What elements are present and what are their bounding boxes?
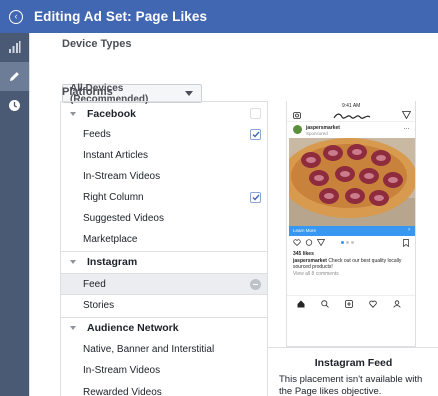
pencil-icon [10, 72, 19, 81]
comment-icon[interactable] [305, 239, 313, 246]
divider [287, 121, 415, 122]
group-label: Facebook [87, 107, 137, 120]
back-chevron-icon[interactable]: ‹ [9, 9, 23, 24]
chevron-right-icon: › [408, 227, 410, 233]
platforms-label: Platforms [62, 86, 113, 98]
sponsored-label: Sponsored [306, 131, 328, 136]
rail-insights-button[interactable] [0, 33, 29, 62]
direct-send-icon [402, 111, 411, 119]
rail-edit-button[interactable] [0, 62, 29, 91]
item-label: In-Stream Videos [83, 171, 161, 182]
item-label: Stories [83, 299, 115, 311]
main-panel: Device Types All Devices (Recommended) P… [29, 33, 438, 396]
item-label: Feeds [83, 129, 111, 140]
item-label: Instant Articles [83, 150, 149, 161]
home-icon[interactable] [297, 300, 305, 308]
profile-icon[interactable] [393, 300, 401, 308]
item-label: Marketplace [83, 234, 138, 245]
preview-title: Instagram Feed [314, 357, 393, 369]
platform-item-suggested-videos[interactable]: Suggested Videos [61, 208, 267, 229]
camera-icon [293, 112, 301, 119]
bar-chart-icon [9, 41, 21, 53]
instagram-phone-mockup: 9:41 AM jaspersmarket Sponsored … Learn … [286, 101, 416, 347]
platform-item-instagram-stories[interactable]: Stories [61, 294, 267, 315]
chevron-down-icon [185, 91, 193, 96]
platform-item-instagram-feed[interactable]: Feed [61, 273, 267, 294]
cta-label: Learn More [293, 228, 317, 233]
platform-item-rewarded-videos[interactable]: Rewarded Videos [61, 382, 267, 396]
platform-item-facebook-instream[interactable]: In-Stream Videos [61, 166, 267, 187]
checkbox-checked[interactable] [250, 192, 261, 203]
likes-count: 345 likes [293, 251, 314, 257]
activity-heart-icon[interactable] [369, 300, 377, 308]
group-checkbox[interactable] [250, 108, 261, 119]
checkbox-checked[interactable] [250, 129, 261, 140]
divider [287, 295, 415, 296]
unavailable-minus-icon [250, 279, 261, 290]
item-label: Rewarded Videos [83, 387, 162, 396]
platform-item-right-column[interactable]: Right Column [61, 187, 267, 208]
group-label: Instagram [87, 256, 138, 268]
checkmark-icon [252, 194, 260, 201]
share-icon[interactable] [317, 239, 325, 246]
platform-item-instant-articles[interactable]: Instant Articles [61, 145, 267, 166]
platform-group-audience-network[interactable]: Audience Network [61, 317, 267, 338]
status-time: 9:41 AM [342, 103, 361, 109]
avatar [293, 125, 302, 134]
instagram-logo-icon [333, 113, 371, 119]
view-comments-link[interactable]: View all 8 comments [293, 271, 339, 277]
placement-preview: 9:41 AM jaspersmarket Sponsored … Learn … [268, 101, 438, 396]
bookmark-icon[interactable] [403, 239, 409, 247]
item-label: Native, Banner and Interstitial [83, 344, 215, 355]
carousel-dots [341, 241, 354, 244]
platform-item-marketplace[interactable]: Marketplace [61, 229, 267, 250]
clock-icon [9, 100, 20, 111]
post-caption: jaspersmarket Check out our best quality… [293, 258, 411, 270]
page-title: Editing Ad Set: Page Likes [34, 9, 208, 24]
device-types-label: Device Types [62, 38, 132, 50]
checkmark-icon [252, 131, 260, 138]
group-label: Audience Network [87, 322, 179, 334]
heart-icon[interactable] [293, 239, 301, 246]
rail-history-button[interactable] [0, 91, 29, 120]
item-label: Suggested Videos [83, 213, 164, 224]
preview-unavailable-message: This placement isn't available with the … [279, 374, 423, 396]
item-label: Feed [83, 278, 106, 290]
platform-group-facebook[interactable]: Facebook [61, 103, 267, 124]
item-label: Right Column [83, 192, 144, 203]
add-post-icon[interactable] [345, 300, 353, 308]
title-bar: ‹ Editing Ad Set: Page Likes [0, 0, 438, 33]
collapse-triangle-icon[interactable] [70, 260, 76, 264]
platform-item-native-banner[interactable]: Native, Banner and Interstitial [61, 339, 267, 360]
collapse-triangle-icon[interactable] [70, 326, 76, 330]
search-icon[interactable] [321, 300, 329, 308]
platform-group-instagram[interactable]: Instagram [61, 251, 267, 272]
platform-item-an-instream[interactable]: In-Stream Videos [61, 360, 267, 381]
item-label: In-Stream Videos [83, 365, 161, 376]
platform-item-facebook-feeds[interactable]: Feeds [61, 124, 267, 145]
collapse-triangle-icon[interactable] [70, 111, 76, 116]
more-options-icon[interactable]: … [403, 124, 410, 131]
post-image [289, 138, 415, 226]
platforms-list: Facebook Feeds Instant Articles In-Strea… [60, 101, 268, 396]
left-rail [0, 33, 29, 396]
cta-bar[interactable]: Learn More › [289, 226, 415, 236]
preview-divider [268, 347, 438, 348]
